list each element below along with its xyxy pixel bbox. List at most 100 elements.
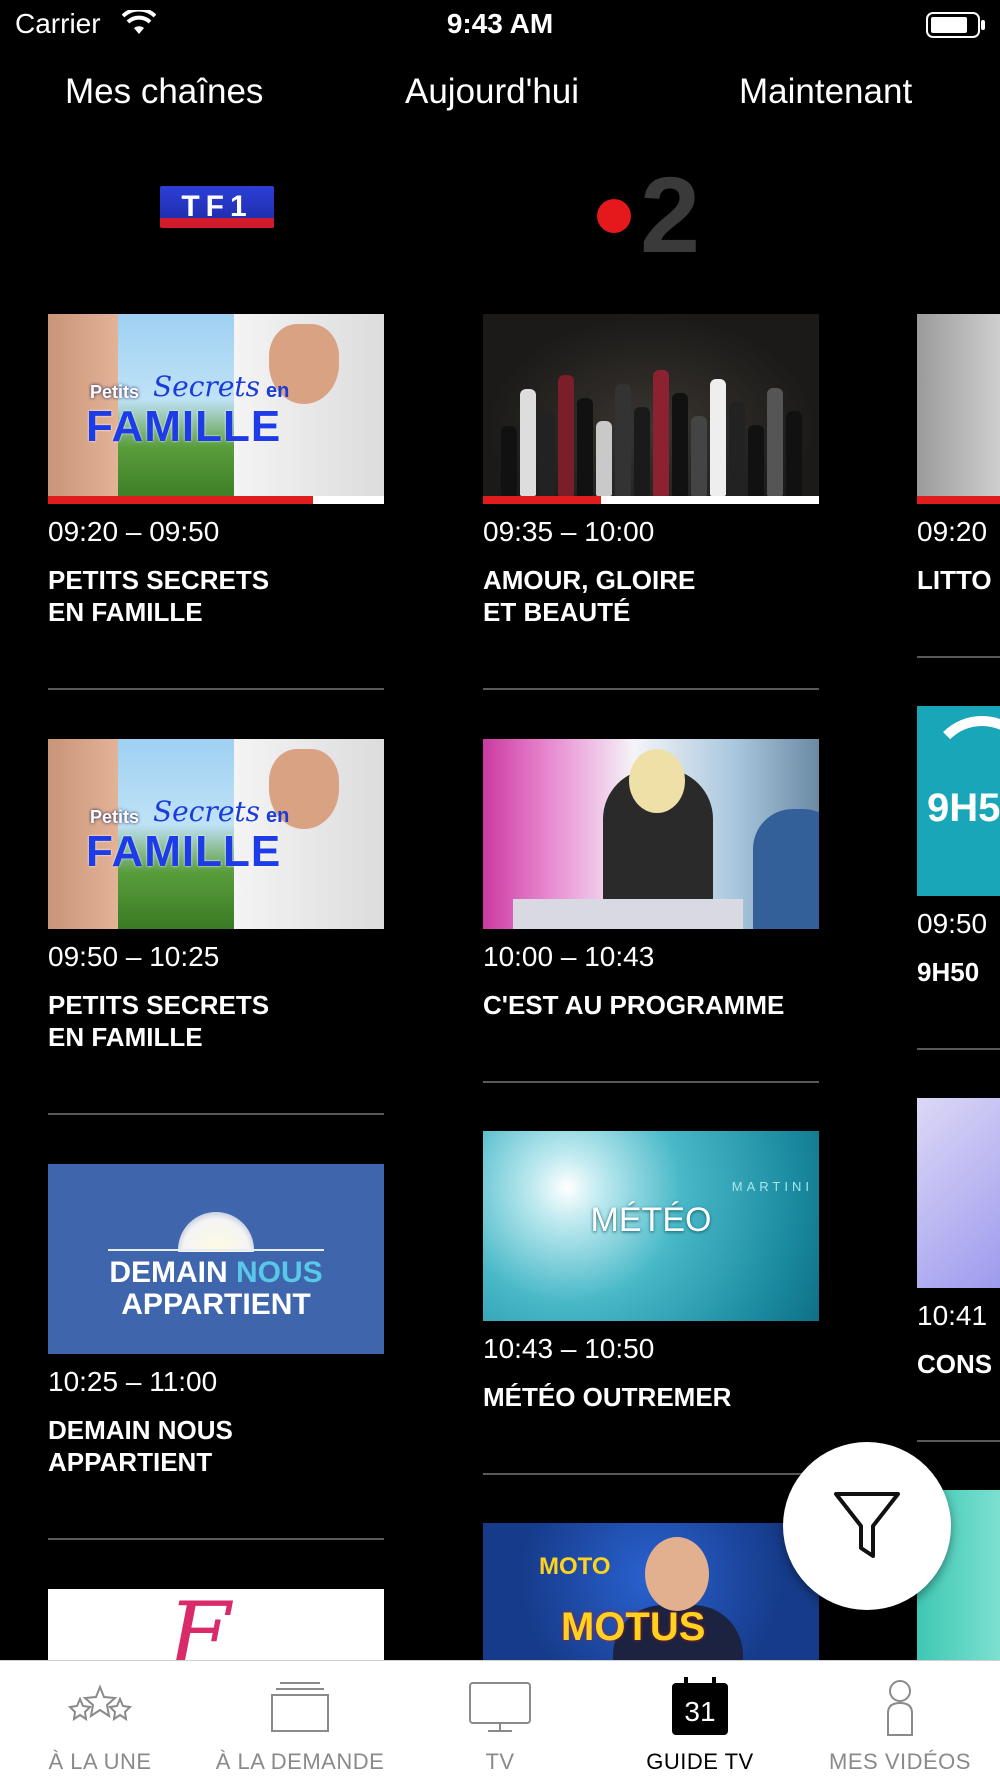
thumb-text: MARTINI — [731, 1179, 813, 1194]
france2-logo-text: 2 — [640, 154, 700, 262]
stack-icon — [271, 1682, 329, 1732]
tab-label: À LA UNE — [48, 1749, 152, 1774]
status-bar: Carrier 9:43 AM — [0, 0, 1000, 50]
program-thumbnail — [917, 314, 1000, 504]
clock: 9:43 AM — [446, 8, 554, 39]
tab-label: À LA DEMANDE — [215, 1749, 385, 1774]
cast-figure — [691, 416, 707, 496]
program-title: LITTO — [917, 565, 992, 595]
program-time: 10:43 – 10:50 — [483, 1333, 655, 1364]
program-title: C'EST AU PROGRAMME — [483, 990, 785, 1020]
thumb-text: Petits — [90, 807, 140, 827]
program-time: 09:20 — [917, 516, 988, 547]
tab-a-la-demande[interactable]: À LA DEMANDE — [200, 1661, 400, 1778]
cast-figure — [520, 389, 536, 496]
program-time: 09:20 – 09:50 — [48, 516, 220, 547]
program-title: PETITS SECRETS EN FAMILLE — [48, 565, 270, 627]
divider — [483, 688, 819, 690]
thumb-text: MOTUS — [561, 1605, 706, 1649]
tv-icon — [469, 1682, 531, 1732]
bottom-tab-bar: À LA UNE À LA DEMANDE TV 31 GUIDE TV MES… — [0, 1660, 1000, 1778]
program-thumbnail — [483, 739, 819, 929]
cast-figure — [539, 412, 555, 496]
cast-figure — [672, 393, 688, 496]
tab-a-la-une[interactable]: À LA UNE — [0, 1661, 200, 1778]
filter-button[interactable] — [783, 1442, 951, 1610]
cast-figure — [596, 421, 612, 496]
thumb-text: FAMILLE — [86, 402, 282, 451]
cast-figure — [767, 388, 783, 496]
program-thumbnail — [483, 314, 819, 504]
cast-figure — [710, 379, 726, 496]
progress-bar — [483, 496, 819, 504]
program-time: 09:50 – 10:25 — [48, 941, 220, 972]
tab-maintenant[interactable]: Maintenant — [739, 72, 912, 112]
tab-label: MES VIDÉOS — [829, 1749, 971, 1774]
cast-figure — [729, 402, 745, 496]
thumb-text: Secrets — [153, 370, 261, 403]
france2-logo[interactable]: 2 — [596, 152, 716, 262]
program-title: DEMAIN NOUS APPARTIENT — [48, 1415, 233, 1477]
program-time: 10:00 – 10:43 — [483, 941, 655, 972]
divider — [48, 1113, 384, 1115]
guide-filter-tabs: Mes chaînes Aujourd'hui Maintenant — [0, 72, 1000, 122]
divider — [48, 688, 384, 690]
program-time: 09:50 — [917, 908, 988, 939]
thumb-text: Secrets — [153, 795, 261, 828]
program-title: 9H50 — [917, 957, 980, 987]
cast-figure — [786, 411, 802, 496]
battery-icon — [926, 12, 985, 38]
divider — [917, 1048, 1000, 1050]
stars-icon — [67, 1684, 133, 1722]
thumb-text: 9H5 — [927, 786, 1000, 830]
program-time: 09:35 – 10:00 — [483, 516, 655, 547]
filter-icon — [834, 1492, 900, 1558]
tab-guide-tv[interactable]: 31 GUIDE TV — [600, 1661, 800, 1778]
program-thumbnail — [917, 1098, 1000, 1288]
cast-figure — [501, 426, 517, 496]
tab-tv[interactable]: TV — [400, 1661, 600, 1778]
cast-figure — [615, 384, 631, 496]
tab-mes-videos[interactable]: MES VIDÉOS — [800, 1661, 1000, 1778]
thumb-text: DEMAIN NOUS — [109, 1256, 323, 1289]
tab-label: GUIDE TV — [646, 1749, 754, 1774]
program-title: MÉTÉO OUTREMER — [483, 1382, 732, 1412]
program-thumbnail: MOTO MOTUS — [483, 1523, 819, 1660]
cast-figure — [634, 407, 650, 496]
program-title: PETITS SECRETS EN FAMILLE — [48, 990, 270, 1052]
program-time: 10:41 — [917, 1300, 988, 1331]
cast-figure — [653, 370, 669, 496]
program-thumbnail: Petits Secrets en FAMILLE — [48, 314, 384, 504]
thumb-text: FAMILLE — [86, 827, 282, 876]
program-title: AMOUR, GLOIRE ET BEAUTÉ — [483, 565, 696, 627]
cast-figure — [748, 425, 764, 496]
tab-aujourdhui[interactable]: Aujourd'hui — [405, 72, 579, 112]
cast-figure — [577, 398, 593, 496]
thumb-text: MOTO — [539, 1553, 611, 1580]
program-title: CONS — [917, 1349, 993, 1379]
thumb-text: MÉTÉO — [590, 1201, 712, 1239]
divider — [917, 656, 1000, 658]
thumb-text: en — [266, 805, 290, 827]
progress-bar — [48, 496, 384, 504]
calendar-day: 31 — [684, 1696, 715, 1727]
divider — [483, 1081, 819, 1083]
divider — [48, 1538, 384, 1540]
program-thumbnail: DEMAIN NOUS APPARTIENT — [48, 1164, 384, 1354]
divider — [917, 1440, 1000, 1442]
program-thumbnail: 9H5 — [917, 706, 1000, 896]
tab-label: TV — [485, 1749, 515, 1774]
thumb-text: APPARTIENT — [121, 1288, 311, 1321]
tab-mes-chaines[interactable]: Mes chaînes — [65, 72, 263, 112]
program-thumbnail: MARTINI MÉTÉO — [483, 1131, 819, 1321]
person-icon — [887, 1680, 913, 1736]
calendar-icon: 31 — [672, 1677, 728, 1735]
thumb-text: Petits — [90, 382, 140, 402]
cast-figure — [558, 375, 574, 496]
program-thumbnail: Petits Secrets en FAMILLE — [48, 739, 384, 929]
program-thumbnail: F — [48, 1589, 384, 1660]
thumb-text: en — [266, 380, 290, 402]
tf1-logo[interactable]: TF1 — [160, 186, 274, 228]
program-time: 10:25 – 11:00 — [48, 1366, 218, 1397]
divider — [483, 1473, 819, 1475]
